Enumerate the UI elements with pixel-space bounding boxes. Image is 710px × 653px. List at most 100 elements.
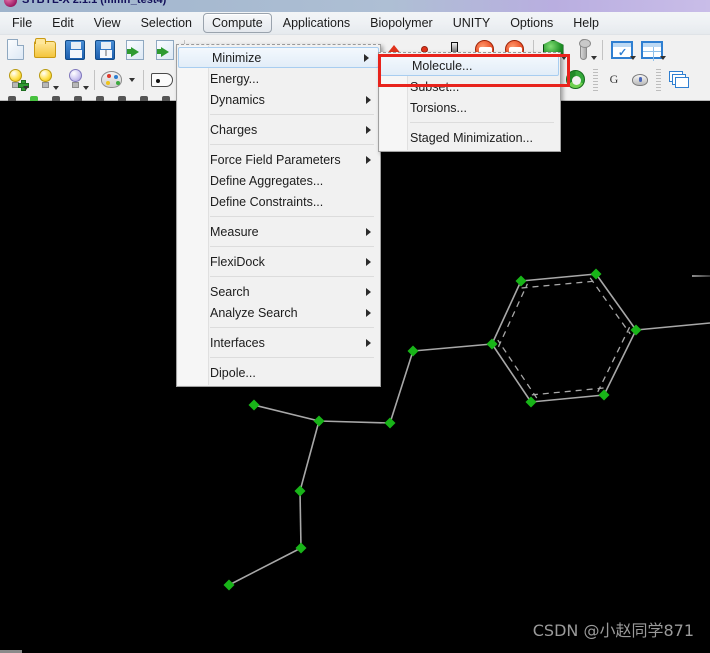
compute-menu-item-analyze-search[interactable]: Analyze Search <box>177 302 380 323</box>
g-letter-button[interactable]: G <box>601 66 627 93</box>
atom-marker[interactable] <box>590 268 602 280</box>
add-light-button[interactable] <box>0 66 30 93</box>
menu-selection[interactable]: Selection <box>132 13 201 33</box>
menu-edit[interactable]: Edit <box>43 13 83 33</box>
chevron-down-icon[interactable] <box>561 56 567 60</box>
atom-marker[interactable] <box>525 396 537 408</box>
recycle-icon <box>565 70 585 89</box>
atom-marker[interactable] <box>598 389 610 401</box>
menu-item-label: Force Field Parameters <box>210 152 341 167</box>
chevron-down-icon[interactable] <box>591 56 597 60</box>
menu-options[interactable]: Options <box>501 13 562 33</box>
menu-item-label: Measure <box>210 224 259 239</box>
chevron-down-icon[interactable] <box>53 86 59 90</box>
mouse-mode-button[interactable] <box>627 66 653 93</box>
chevron-down-icon[interactable] <box>630 56 636 60</box>
color-palette-button[interactable] <box>99 66 123 93</box>
label-tag-button[interactable] <box>148 66 176 93</box>
table-window-button[interactable] <box>637 36 667 63</box>
menu-file[interactable]: File <box>3 13 41 33</box>
minimize-menu-item-molecule[interactable]: Molecule... <box>380 55 559 76</box>
menu-item-label: Staged Minimization... <box>410 130 533 145</box>
minimize-menu-item-subset[interactable]: Subset... <box>379 76 560 97</box>
csdn-watermark: CSDN @小赵同学871 <box>532 621 694 640</box>
atom-marker[interactable] <box>384 417 396 429</box>
chevron-right-icon <box>366 227 371 236</box>
bond-fragment-right <box>692 275 710 277</box>
atom-marker[interactable] <box>223 579 235 591</box>
atom-marker[interactable] <box>515 275 527 287</box>
compute-menu-item-measure[interactable]: Measure <box>177 221 380 242</box>
menu-item-label: Dipole... <box>210 365 256 380</box>
toolbar-row-3-icons[interactable] <box>0 95 170 101</box>
atom-marker[interactable] <box>407 345 419 357</box>
compute-menu-item-dipole[interactable]: Dipole... <box>177 362 380 383</box>
window-stack-button[interactable] <box>664 66 694 93</box>
chevron-down-icon[interactable] <box>83 86 89 90</box>
compute-menu-item-interfaces[interactable]: Interfaces <box>177 332 380 353</box>
toolbar-separator <box>602 39 603 60</box>
atom-marker[interactable] <box>295 542 307 554</box>
atom-marker[interactable] <box>248 399 260 411</box>
compute-menu-item-define-constraints[interactable]: Define Constraints... <box>177 191 380 212</box>
window-title: SYBYL-X 2.1.1 (mmff_test4) <box>22 0 167 6</box>
color-palette-dropdown[interactable] <box>123 66 139 93</box>
light-on-button[interactable] <box>30 66 60 93</box>
chevron-right-icon <box>366 338 371 347</box>
toolbar-separator <box>94 69 95 90</box>
chevron-down-icon[interactable] <box>129 77 135 82</box>
compute-menu-item-search[interactable]: Search <box>177 281 380 302</box>
menu-separator <box>210 114 374 115</box>
menu-item-label: Energy... <box>210 71 260 86</box>
menu-item-label: Define Constraints... <box>210 194 324 209</box>
menu-item-label: Torsions... <box>410 100 467 115</box>
menu-separator <box>210 216 374 217</box>
menu-help[interactable]: Help <box>564 13 608 33</box>
compute-menu-item-energy[interactable]: Energy... <box>177 68 380 89</box>
menu-applications[interactable]: Applications <box>274 13 359 33</box>
menu-item-label: Charges <box>210 122 258 137</box>
partial-icon <box>162 95 170 101</box>
menu-separator <box>210 357 374 358</box>
minimize-menu-item-torsions[interactable]: Torsions... <box>379 97 560 118</box>
open-file-button[interactable] <box>30 36 60 63</box>
toolbar-grip[interactable] <box>656 68 661 91</box>
minimize-submenu: Molecule... Subset... Torsions... Staged Mi… <box>378 52 561 152</box>
partial-icon <box>118 95 126 101</box>
toolbar-grip[interactable] <box>593 68 598 91</box>
atom-marker[interactable] <box>630 324 642 336</box>
menu-item-label: Dynamics <box>210 92 265 107</box>
chevron-down-icon[interactable] <box>660 56 666 60</box>
menu-view[interactable]: View <box>85 13 130 33</box>
save-as-button[interactable] <box>90 36 120 63</box>
bone-button[interactable] <box>568 36 598 63</box>
compute-menu-item-dynamics[interactable]: Dynamics <box>177 89 380 110</box>
menu-unity[interactable]: UNITY <box>444 13 500 33</box>
compute-menu-item-charges[interactable]: Charges <box>177 119 380 140</box>
save-button[interactable] <box>60 36 90 63</box>
compute-menu-item-define-aggregates[interactable]: Define Aggregates... <box>177 170 380 191</box>
chevron-down-icon[interactable] <box>23 86 29 90</box>
atom-marker[interactable] <box>294 485 306 497</box>
compute-menu-item-force-field-parameters[interactable]: Force Field Parameters <box>177 149 380 170</box>
menu-biopolymer[interactable]: Biopolymer <box>361 13 442 33</box>
menu-compute[interactable]: Compute <box>203 13 272 33</box>
menu-item-label: FlexiDock <box>210 254 265 269</box>
mouse-icon <box>632 73 648 86</box>
minimize-menu-item-staged-minimization[interactable]: Staged Minimization... <box>379 127 560 148</box>
export-button[interactable] <box>120 36 150 63</box>
partial-icon <box>74 95 82 101</box>
atom-marker[interactable] <box>486 338 498 350</box>
compute-menu-item-flexidock[interactable]: FlexiDock <box>177 251 380 272</box>
compute-menu-item-minimize[interactable]: Minimize <box>178 47 379 68</box>
recycle-button[interactable] <box>560 66 590 93</box>
atom-marker[interactable] <box>313 415 325 427</box>
light-off-button[interactable] <box>60 66 90 93</box>
form-window-button[interactable]: ✓ <box>607 36 637 63</box>
toolbar-separator <box>143 69 144 90</box>
chevron-right-icon <box>364 53 369 62</box>
new-document-button[interactable] <box>0 36 30 63</box>
light-off-icon <box>68 69 83 90</box>
menu-item-label: Search <box>210 284 250 299</box>
menu-separator <box>410 122 554 123</box>
